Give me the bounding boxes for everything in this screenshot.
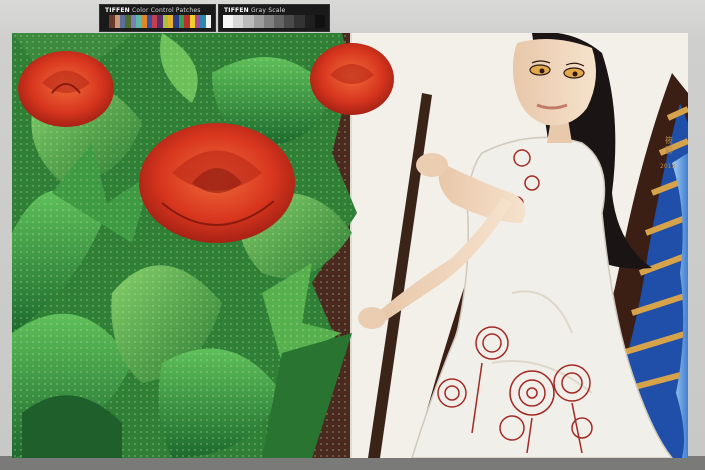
color-patch	[314, 15, 326, 28]
color-patch	[233, 15, 244, 28]
color-patch	[263, 15, 275, 28]
color-patch	[253, 15, 264, 28]
gray-patches	[223, 15, 326, 28]
color-patch	[284, 15, 295, 28]
painting: 筱影 2013	[12, 33, 688, 458]
rose-center	[139, 123, 295, 243]
gray-scale-chart: TIFFEN Gray Scale	[218, 4, 330, 32]
painting-canvas: 筱影 2013	[12, 33, 688, 458]
studio-floor	[0, 456, 705, 470]
lower-hand	[358, 307, 386, 329]
gray-chart-label: TIFFEN Gray Scale	[224, 7, 286, 14]
rose-top-right	[310, 43, 394, 115]
signature-year: 2013	[660, 163, 675, 170]
color-patch	[294, 15, 305, 28]
color-patch	[223, 15, 234, 28]
color-patch	[243, 15, 254, 28]
color-patches	[104, 15, 211, 28]
upper-hand	[416, 153, 448, 177]
color-chart-label: TIFFEN Color Control Patches	[105, 7, 201, 14]
color-patch	[205, 15, 211, 28]
rose-top-left	[18, 51, 114, 127]
color-patch	[304, 15, 315, 28]
color-calibration-chart: TIFFEN Color Control Patches	[99, 4, 216, 32]
color-patch	[274, 15, 285, 28]
